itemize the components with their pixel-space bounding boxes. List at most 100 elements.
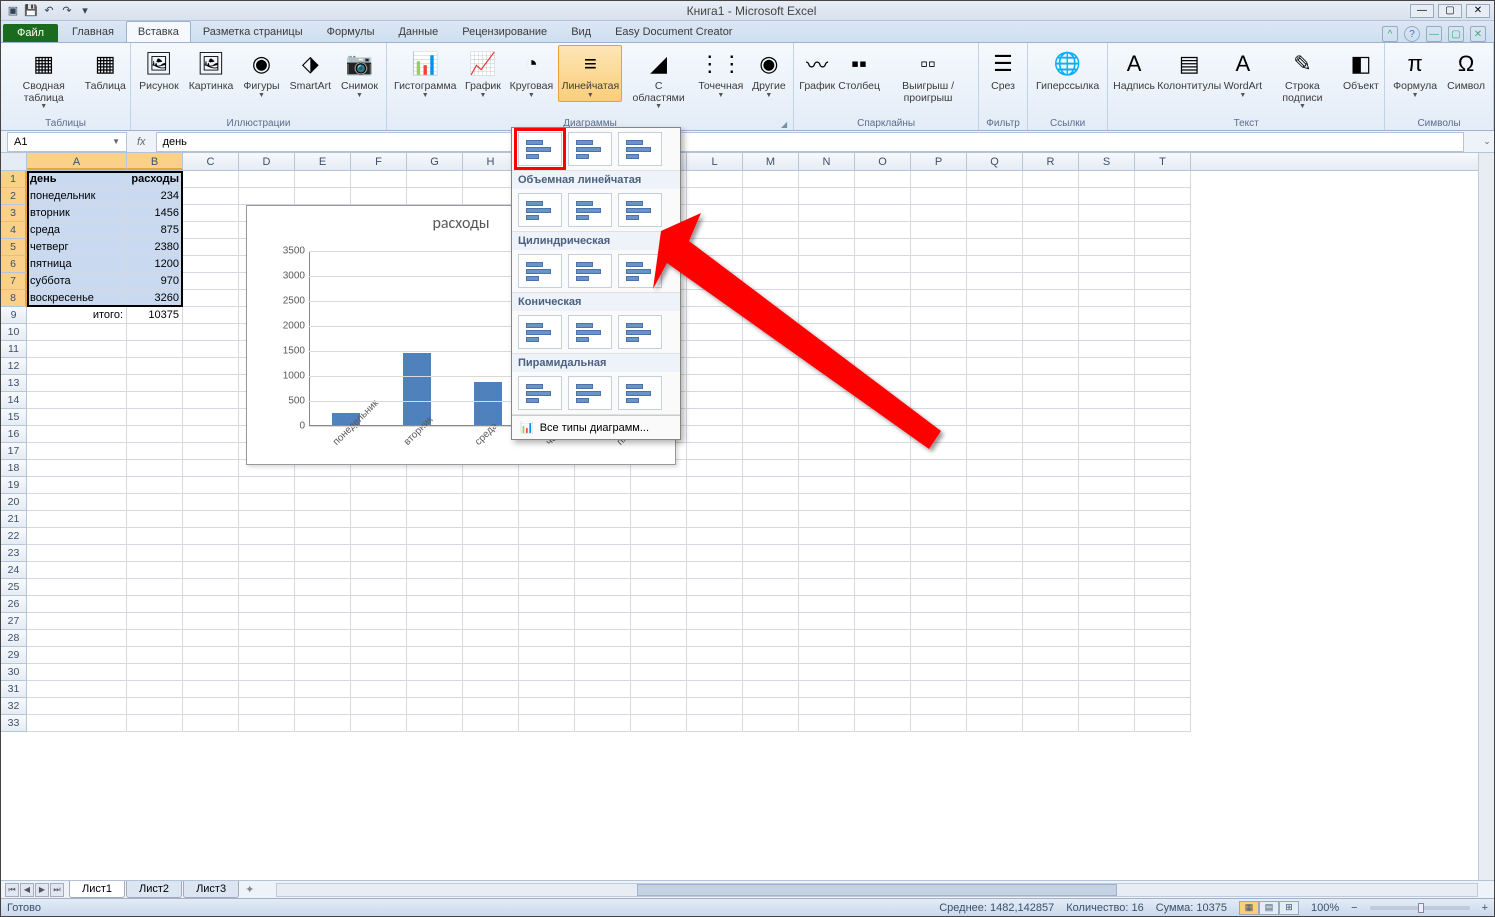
cell[interactable]	[687, 511, 743, 528]
cell[interactable]	[1135, 358, 1191, 375]
cell[interactable]	[799, 273, 855, 290]
cell[interactable]	[575, 647, 631, 664]
cell[interactable]	[687, 222, 743, 239]
cell[interactable]	[855, 630, 911, 647]
cell[interactable]	[967, 477, 1023, 494]
cell[interactable]	[351, 188, 407, 205]
cell[interactable]	[967, 239, 1023, 256]
cell[interactable]	[687, 256, 743, 273]
cell[interactable]	[799, 358, 855, 375]
cell[interactable]	[855, 698, 911, 715]
row-header[interactable]: 28	[1, 630, 27, 647]
cell[interactable]	[1023, 307, 1079, 324]
cell[interactable]	[27, 545, 127, 562]
cell[interactable]	[407, 494, 463, 511]
cell[interactable]	[239, 613, 295, 630]
ribbon-minimize-icon[interactable]: ^	[1382, 26, 1398, 42]
cell[interactable]	[463, 664, 519, 681]
cell[interactable]	[1079, 528, 1135, 545]
cell[interactable]	[1135, 647, 1191, 664]
cell[interactable]	[911, 205, 967, 222]
cell[interactable]	[295, 511, 351, 528]
cell[interactable]	[1023, 222, 1079, 239]
cell[interactable]	[687, 426, 743, 443]
cell[interactable]	[687, 664, 743, 681]
cell[interactable]	[911, 698, 967, 715]
cell[interactable]	[687, 681, 743, 698]
cell[interactable]	[799, 477, 855, 494]
sheet-tab[interactable]: Лист3	[183, 881, 239, 898]
cell[interactable]	[1135, 375, 1191, 392]
save-icon[interactable]: 💾	[23, 3, 39, 19]
cell[interactable]	[27, 460, 127, 477]
cell[interactable]	[1135, 596, 1191, 613]
cell[interactable]	[239, 494, 295, 511]
chart-type-option[interactable]	[618, 132, 662, 166]
file-tab[interactable]: Файл	[3, 24, 58, 42]
cell[interactable]	[687, 324, 743, 341]
chart-type-option[interactable]	[568, 193, 612, 227]
chart-type-option[interactable]	[618, 254, 662, 288]
cell[interactable]	[855, 579, 911, 596]
cell[interactable]	[743, 681, 799, 698]
page-layout-view-icon[interactable]: ▤	[1259, 901, 1279, 915]
cell[interactable]	[967, 409, 1023, 426]
row-header[interactable]: 4	[1, 222, 27, 239]
cell[interactable]	[519, 681, 575, 698]
cell[interactable]	[967, 715, 1023, 732]
cell[interactable]	[855, 681, 911, 698]
cell[interactable]	[799, 613, 855, 630]
cell[interactable]	[911, 324, 967, 341]
cell[interactable]	[687, 392, 743, 409]
cell[interactable]	[631, 596, 687, 613]
cell[interactable]	[407, 545, 463, 562]
cell[interactable]	[855, 426, 911, 443]
cell[interactable]	[799, 409, 855, 426]
cell[interactable]	[1135, 188, 1191, 205]
cell[interactable]	[911, 358, 967, 375]
cell[interactable]	[743, 273, 799, 290]
cell[interactable]	[1135, 290, 1191, 307]
cell[interactable]	[687, 579, 743, 596]
cell[interactable]	[967, 341, 1023, 358]
cell[interactable]	[127, 341, 183, 358]
ribbon-button[interactable]: 🖼Рисунок	[135, 45, 183, 96]
cell[interactable]	[687, 307, 743, 324]
cell[interactable]: четверг	[27, 239, 127, 256]
cell[interactable]	[967, 630, 1023, 647]
cell[interactable]	[1135, 409, 1191, 426]
cell[interactable]	[127, 647, 183, 664]
ribbon-button[interactable]: ⬗SmartArt	[286, 45, 335, 96]
cell[interactable]	[1135, 613, 1191, 630]
cell[interactable]	[967, 375, 1023, 392]
cell[interactable]	[351, 698, 407, 715]
cell[interactable]	[631, 664, 687, 681]
cell[interactable]	[183, 392, 239, 409]
cell[interactable]	[1079, 256, 1135, 273]
sheet-nav-next-icon[interactable]: ▶	[35, 883, 49, 897]
cell[interactable]	[127, 494, 183, 511]
zoom-out-icon[interactable]: −	[1351, 902, 1357, 914]
cell[interactable]	[687, 358, 743, 375]
cell[interactable]	[183, 290, 239, 307]
cell[interactable]	[519, 698, 575, 715]
cell[interactable]	[519, 494, 575, 511]
cell[interactable]	[1135, 307, 1191, 324]
cell[interactable]	[967, 528, 1023, 545]
cell[interactable]	[463, 545, 519, 562]
chart-type-option[interactable]	[568, 315, 612, 349]
cell[interactable]	[1135, 222, 1191, 239]
cell[interactable]	[463, 647, 519, 664]
cell[interactable]	[1023, 579, 1079, 596]
cell[interactable]	[1135, 715, 1191, 732]
cell[interactable]	[27, 613, 127, 630]
ribbon-button[interactable]: ◉Другие▼	[749, 45, 790, 102]
cell[interactable]	[1079, 613, 1135, 630]
cell[interactable]	[743, 392, 799, 409]
cell[interactable]	[575, 613, 631, 630]
cell[interactable]	[351, 477, 407, 494]
ribbon-tab[interactable]: Easy Document Creator	[603, 21, 744, 42]
row-header[interactable]: 14	[1, 392, 27, 409]
cell[interactable]: 970	[127, 273, 183, 290]
ribbon-button[interactable]: 〰График	[798, 45, 836, 96]
